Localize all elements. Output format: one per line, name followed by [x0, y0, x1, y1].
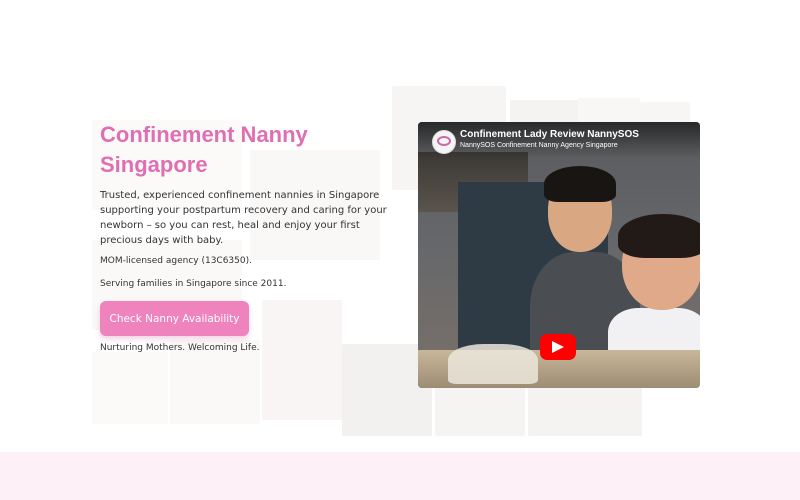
video-embed[interactable]: Confinement Lady Review NannySOS NannySO…: [418, 122, 700, 388]
video-title[interactable]: Confinement Lady Review NannySOS: [460, 129, 639, 140]
page-title: Confinement Nanny Singapore: [100, 122, 308, 177]
nannysos-logo-icon: [437, 136, 451, 146]
play-button[interactable]: [540, 334, 576, 360]
check-nanny-availability-button[interactable]: Check Nanny Availability: [100, 301, 249, 336]
video-header: Confinement Lady Review NannySOS NannySO…: [418, 122, 700, 158]
hero-section: Confinement Nanny Singapore Trusted, exp…: [0, 0, 800, 452]
video-scene-bag: [448, 344, 538, 384]
play-icon: [552, 341, 564, 353]
license-note: MOM-licensed agency (13C6350).: [100, 256, 252, 266]
tagline: Nurturing Mothers. Welcoming Life.: [100, 343, 260, 353]
next-section-band: [0, 452, 800, 500]
hero-description: Trusted, experienced confinement nannies…: [100, 190, 387, 246]
video-channel-name: NannySOS Confinement Nanny Agency Singap…: [460, 142, 618, 149]
channel-avatar[interactable]: [432, 130, 456, 154]
since-note: Serving families in Singapore since 2011…: [100, 279, 287, 289]
